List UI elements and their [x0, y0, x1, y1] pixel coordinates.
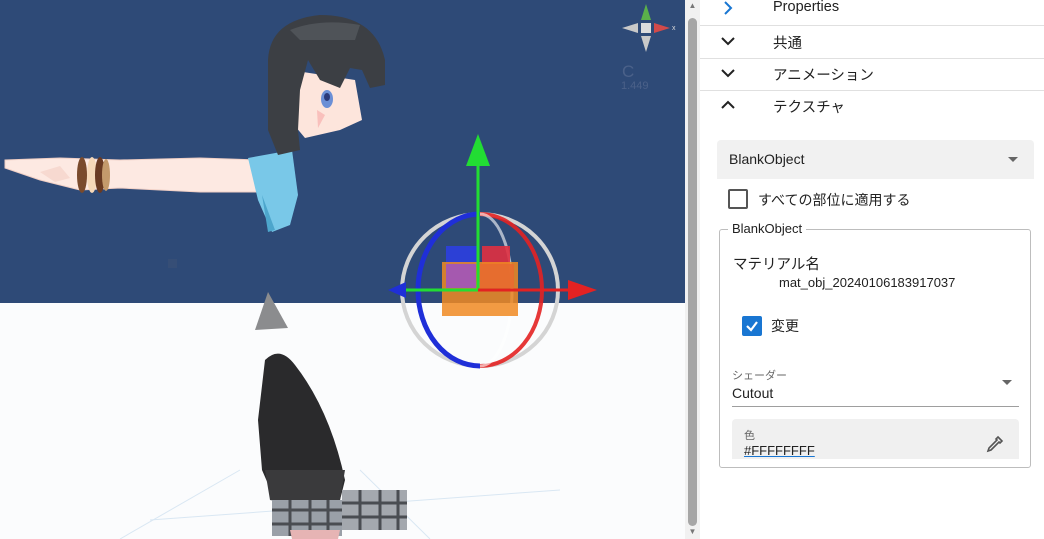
3d-viewport[interactable]: x C 1.449	[0, 0, 685, 539]
section-properties[interactable]: Properties	[700, 0, 1044, 26]
material-group: BlankObject マテリアル名 mat_obj_2024010618391…	[719, 221, 1031, 468]
character-arm	[4, 157, 266, 193]
axis-x-label: x	[672, 25, 676, 32]
shader-underline	[732, 406, 1019, 407]
bracelet	[77, 157, 110, 193]
transform-gizmo	[388, 134, 597, 369]
section-label: 共通	[773, 36, 802, 52]
color-field[interactable]: 色 #FFFFFFFF	[732, 419, 1019, 459]
camera-mode-label: C	[622, 62, 635, 81]
object-select[interactable]: BlankObject	[717, 140, 1034, 179]
eyedropper-icon[interactable]	[985, 434, 1005, 454]
chevron-right-icon	[724, 1, 733, 15]
section-label: テクスチャ	[773, 100, 845, 116]
chevron-down-icon	[721, 69, 735, 78]
material-group-legend: BlankObject	[728, 221, 807, 236]
character-fragment	[255, 292, 288, 330]
material-name-label: マテリアル名	[733, 257, 820, 273]
axis-orientation-gizmo[interactable]: x	[616, 0, 676, 60]
color-label: 色	[744, 430, 755, 442]
scene-canvas	[4, 15, 597, 539]
color-value[interactable]: #FFFFFFFF	[744, 443, 815, 458]
shader-label: シェーダー	[732, 370, 787, 382]
chevron-up-icon	[721, 100, 735, 109]
section-label: アニメーション	[773, 68, 874, 84]
change-checkbox[interactable]	[742, 316, 762, 336]
scroll-down-arrow-icon[interactable]: ▼	[688, 528, 697, 536]
section-animation[interactable]: アニメーション	[700, 59, 1044, 91]
panel-scrollbar[interactable]: ▲ ▼	[685, 0, 700, 539]
properties-panel: Properties 共通 アニメーション テクスチャ BlankObject …	[700, 0, 1044, 539]
checkmark-icon	[746, 321, 758, 332]
scrollbar-thumb[interactable]	[688, 18, 697, 526]
material-name-value: mat_obj_20240106183917037	[779, 275, 956, 290]
section-texture[interactable]: テクスチャ	[700, 91, 1044, 122]
object-select-value: BlankObject	[729, 151, 805, 167]
camera-distance: 1.449	[621, 80, 649, 92]
section-label: Properties	[773, 0, 840, 15]
dropdown-caret-icon	[1008, 157, 1018, 162]
apply-all-label: すべての部位に適用する	[758, 192, 911, 208]
section-common[interactable]: 共通	[700, 27, 1044, 59]
scroll-up-arrow-icon[interactable]: ▲	[688, 2, 697, 10]
color-value-text: #FFFFFFFF	[744, 443, 815, 458]
change-label: 変更	[771, 318, 799, 334]
chevron-down-icon	[721, 37, 735, 46]
dropdown-caret-icon	[1002, 380, 1012, 385]
apply-all-checkbox[interactable]	[728, 189, 748, 209]
shader-value: Cutout	[732, 385, 774, 401]
